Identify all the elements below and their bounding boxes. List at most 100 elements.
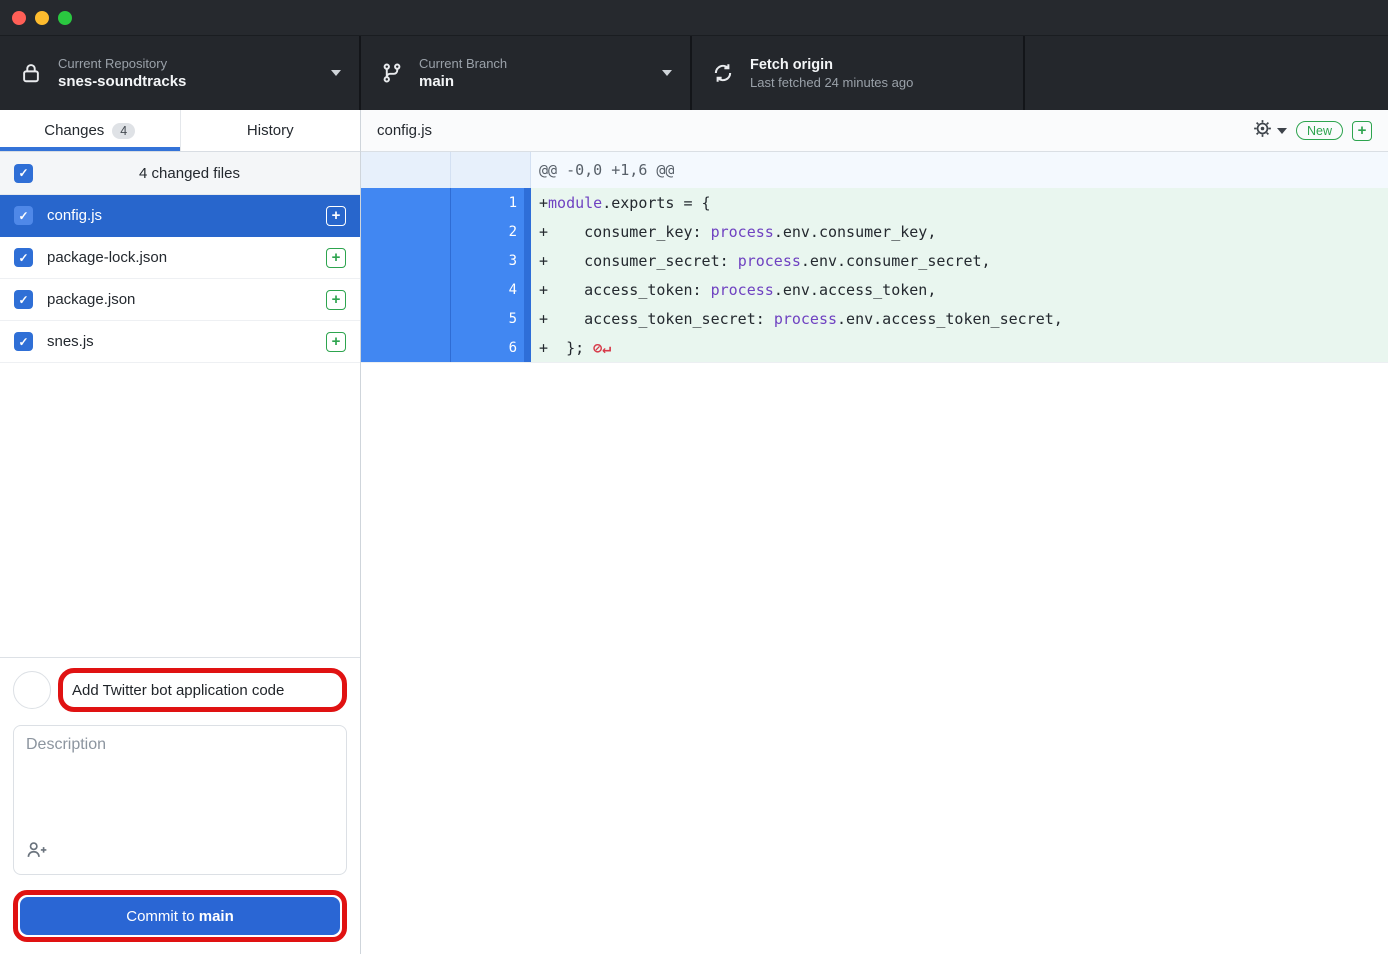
- file-row-package-lock-json[interactable]: ✓ package-lock.json +: [0, 237, 360, 279]
- no-newline-icon: ⊘↵: [584, 339, 611, 357]
- sidebar: Changes 4 History ✓ 4 changed files ✓ co…: [0, 110, 361, 954]
- diff-code: + consumer_secret: process.env.consumer_…: [531, 246, 1388, 275]
- current-repository-value: snes-soundtracks: [58, 72, 331, 91]
- diff-gutter-new[interactable]: 1: [451, 188, 531, 217]
- fetch-origin-button[interactable]: Fetch origin Last fetched 24 minutes ago: [692, 36, 1025, 110]
- hunk-header-text: @@ -0,0 +1,6 @@: [531, 152, 1388, 188]
- red-annotation-commit-button: Commit to main: [13, 890, 347, 942]
- check-icon: ✓: [18, 336, 28, 348]
- hunk-gutter-old: [361, 152, 451, 188]
- new-file-badge: New: [1296, 121, 1343, 140]
- diff-code: + consumer_key: process.env.consumer_key…: [531, 217, 1388, 246]
- gear-icon: [1253, 119, 1272, 142]
- diff-view: @@ -0,0 +1,6 @@ 1 +module.exports = { 2 …: [361, 152, 1388, 363]
- avatar: [13, 671, 51, 709]
- file-added-status-icon: +: [326, 290, 346, 310]
- diff-gutter-new[interactable]: 6: [451, 333, 531, 362]
- diff-line-1[interactable]: 1 +module.exports = {: [361, 188, 1388, 217]
- file-checkbox[interactable]: ✓: [14, 248, 33, 267]
- diff-gutter-new[interactable]: 5: [451, 304, 531, 333]
- toolbar-filler: [1025, 36, 1388, 110]
- commit-summary-row: [13, 668, 347, 712]
- diff-line-3[interactable]: 3 + consumer_secret: process.env.consume…: [361, 246, 1388, 275]
- file-row-package-json[interactable]: ✓ package.json +: [0, 279, 360, 321]
- tab-history-label: History: [247, 122, 294, 139]
- diff-gutter-new[interactable]: 2: [451, 217, 531, 246]
- diff-line-4[interactable]: 4 + access_token: process.env.access_tok…: [361, 275, 1388, 304]
- line-number: 4: [509, 282, 524, 298]
- current-repository-dropdown[interactable]: Current Repository snes-soundtracks: [0, 36, 361, 110]
- chevron-down-icon: [1277, 128, 1287, 134]
- chevron-down-icon: [331, 70, 341, 76]
- fetch-origin-status: Last fetched 24 minutes ago: [750, 74, 1005, 91]
- sidebar-tabs: Changes 4 History: [0, 110, 360, 152]
- file-checkbox[interactable]: ✓: [14, 206, 33, 225]
- tab-changes-label: Changes: [44, 122, 104, 139]
- toolbar: Current Repository snes-soundtracks Curr…: [0, 35, 1388, 110]
- diff-line-6[interactable]: 6 + }; ⊘↵: [361, 333, 1388, 362]
- line-number: 1: [509, 195, 524, 211]
- check-icon: ✓: [18, 252, 28, 264]
- file-name: snes.js: [47, 333, 94, 350]
- diff-code: + access_token: process.env.access_token…: [531, 275, 1388, 304]
- red-annotation-summary: [58, 668, 347, 712]
- zoom-window-button[interactable]: [58, 11, 72, 25]
- diff-gutter-new[interactable]: 4: [451, 275, 531, 304]
- diff-gutter-old[interactable]: [361, 217, 451, 246]
- current-repository-label: Current Repository: [58, 55, 331, 72]
- diff-gutter-old[interactable]: [361, 188, 451, 217]
- fetch-origin-label: Fetch origin: [750, 56, 1005, 74]
- file-checkbox[interactable]: ✓: [14, 290, 33, 309]
- diff-gutter-new[interactable]: 3: [451, 246, 531, 275]
- file-row-snes-js[interactable]: ✓ snes.js +: [0, 321, 360, 363]
- diff-code: +module.exports = {: [531, 188, 1388, 217]
- commit-description-box: [13, 725, 347, 875]
- select-all-checkbox[interactable]: ✓: [14, 164, 33, 183]
- file-name: package.json: [47, 291, 135, 308]
- tab-history[interactable]: History: [180, 110, 361, 151]
- changed-files-count: 4 changed files: [33, 165, 346, 182]
- diff-gutter-old[interactable]: [361, 275, 451, 304]
- check-icon: ✓: [18, 167, 28, 179]
- close-window-button[interactable]: [12, 11, 26, 25]
- line-number: 3: [509, 253, 524, 269]
- sync-icon: [710, 62, 736, 84]
- chevron-down-icon: [662, 70, 672, 76]
- diff-code: + access_token_secret: process.env.acces…: [531, 304, 1388, 333]
- changes-count-badge: 4: [112, 123, 135, 139]
- file-added-status-icon: +: [326, 332, 346, 352]
- diff-file-name: config.js: [377, 122, 432, 139]
- commit-to-main-button[interactable]: Commit to main: [20, 897, 340, 935]
- diff-header: config.js New +: [361, 110, 1388, 152]
- changed-files-header: ✓ 4 changed files: [0, 152, 360, 195]
- check-icon: ✓: [18, 210, 28, 222]
- diff-gutter-old[interactable]: [361, 304, 451, 333]
- file-added-status-icon: +: [326, 248, 346, 268]
- file-added-status-icon: +: [326, 206, 346, 226]
- file-row-config-js[interactable]: ✓ config.js +: [0, 195, 360, 237]
- diff-gutter-old[interactable]: [361, 333, 451, 362]
- commit-summary-input[interactable]: [63, 682, 342, 699]
- file-name: config.js: [47, 207, 102, 224]
- check-icon: ✓: [18, 294, 28, 306]
- current-branch-dropdown[interactable]: Current Branch main: [361, 36, 692, 110]
- diff-options-dropdown[interactable]: [1253, 119, 1287, 142]
- titlebar: [0, 0, 1388, 35]
- tab-changes[interactable]: Changes 4: [0, 110, 180, 151]
- repository-lock-icon: [18, 62, 44, 84]
- git-branch-icon: [379, 62, 405, 84]
- added-file-icon: +: [1352, 121, 1372, 141]
- current-branch-label: Current Branch: [419, 55, 662, 72]
- file-name: package-lock.json: [47, 249, 167, 266]
- diff-gutter-old[interactable]: [361, 246, 451, 275]
- content: Changes 4 History ✓ 4 changed files ✓ co…: [0, 110, 1388, 954]
- diff-line-2[interactable]: 2 + consumer_key: process.env.consumer_k…: [361, 217, 1388, 246]
- add-coauthor-icon[interactable]: [26, 841, 48, 864]
- commit-description-input[interactable]: [26, 736, 334, 834]
- file-checkbox[interactable]: ✓: [14, 332, 33, 351]
- line-number: 6: [509, 340, 524, 356]
- diff-code: + }; ⊘↵: [531, 333, 1388, 362]
- hunk-gutter-new: [451, 152, 531, 188]
- minimize-window-button[interactable]: [35, 11, 49, 25]
- diff-line-5[interactable]: 5 + access_token_secret: process.env.acc…: [361, 304, 1388, 333]
